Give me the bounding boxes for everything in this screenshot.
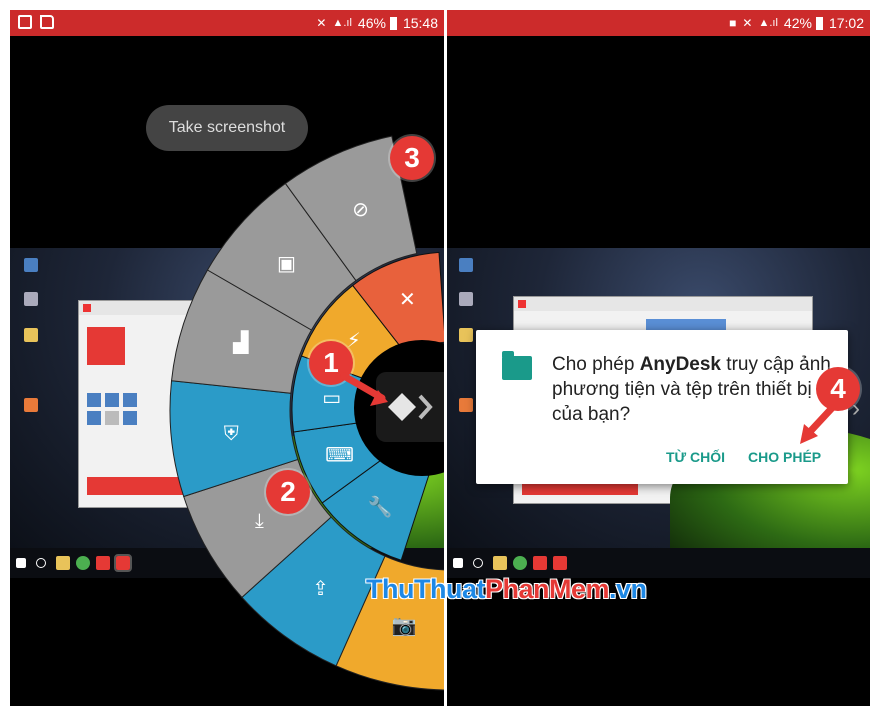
- step-badge-2: 2: [266, 470, 310, 514]
- permission-dialog: Cho phép AnyDesk truy cập ảnh, phương ti…: [476, 330, 848, 484]
- step-badge-3: 3: [390, 136, 434, 180]
- block-icon: ▟: [233, 330, 249, 354]
- watermark-part2: PhanMem: [484, 574, 610, 604]
- status-time-right: 17:02: [828, 15, 864, 31]
- monitor-hide-icon: ⊘: [352, 197, 369, 221]
- anydesk-taskbar-icon-right[interactable]: [533, 556, 547, 570]
- desktop-icon-recycle-bin-right[interactable]: [447, 292, 485, 308]
- camera-icon: 📷: [392, 613, 417, 637]
- disconnect-bar-right[interactable]: [522, 483, 638, 495]
- battery-icon-right: [815, 16, 823, 30]
- step-badge-1: 1: [309, 341, 353, 385]
- close-icon: ✕: [399, 287, 416, 311]
- allow-button[interactable]: CHO PHÉP: [748, 449, 821, 465]
- watermark-part1: ThuThuat: [366, 574, 485, 604]
- permission-message: Cho phép AnyDesk truy cập ảnh, phương ti…: [552, 352, 842, 427]
- message-app-name: AnyDesk: [639, 354, 722, 375]
- wifi-signal-icon-right: ▲.ıl: [758, 17, 778, 29]
- download-icon: ⤓: [255, 508, 264, 532]
- shield-icon: ⛨: [224, 421, 239, 445]
- lightning-icon: ⚡: [347, 328, 361, 352]
- anydesk-taskbar-icon-2-right[interactable]: [553, 556, 567, 570]
- watermark-part3: .vn: [609, 574, 647, 604]
- wrench-icon: 🔧: [368, 494, 393, 518]
- windows-start-icon-right[interactable]: [453, 558, 463, 568]
- monitor-lock-icon: ▣: [277, 251, 296, 275]
- monitor-icon: ▭: [322, 386, 341, 410]
- folder-icon: [502, 351, 532, 380]
- search-icon-right[interactable]: [473, 558, 483, 568]
- anydesk-titlebar-right: [514, 297, 812, 311]
- battery-percent-right: 42%: [783, 15, 812, 31]
- status-bar-right: ■ ✕ ▲.ıl 42% 17:02: [447, 10, 870, 36]
- chevron-right-icon: [418, 394, 433, 420]
- chevron-right-icon-right[interactable]: ›: [852, 395, 860, 423]
- message-prefix: Cho phép: [552, 354, 640, 375]
- chrome-taskbar-icon-right[interactable]: [513, 556, 527, 570]
- watermark: ThuThuatPhanMem.vn: [366, 574, 647, 605]
- lock-icon: ■: [729, 16, 737, 30]
- keyboard-mouse-icon: ⌨: [325, 443, 354, 467]
- tooltip-toast: Take screenshot: [146, 105, 308, 151]
- explorer-taskbar-icon-right[interactable]: [493, 556, 507, 570]
- mute-icon-right: ✕: [742, 16, 753, 30]
- upload-icon: ⇪: [312, 576, 329, 600]
- desktop-icon-this-pc-right[interactable]: [447, 258, 485, 274]
- anydesk-diamond-icon: [388, 393, 416, 421]
- deny-button[interactable]: TỪ CHỐI: [666, 449, 725, 465]
- anydesk-menu-handle[interactable]: [376, 372, 444, 442]
